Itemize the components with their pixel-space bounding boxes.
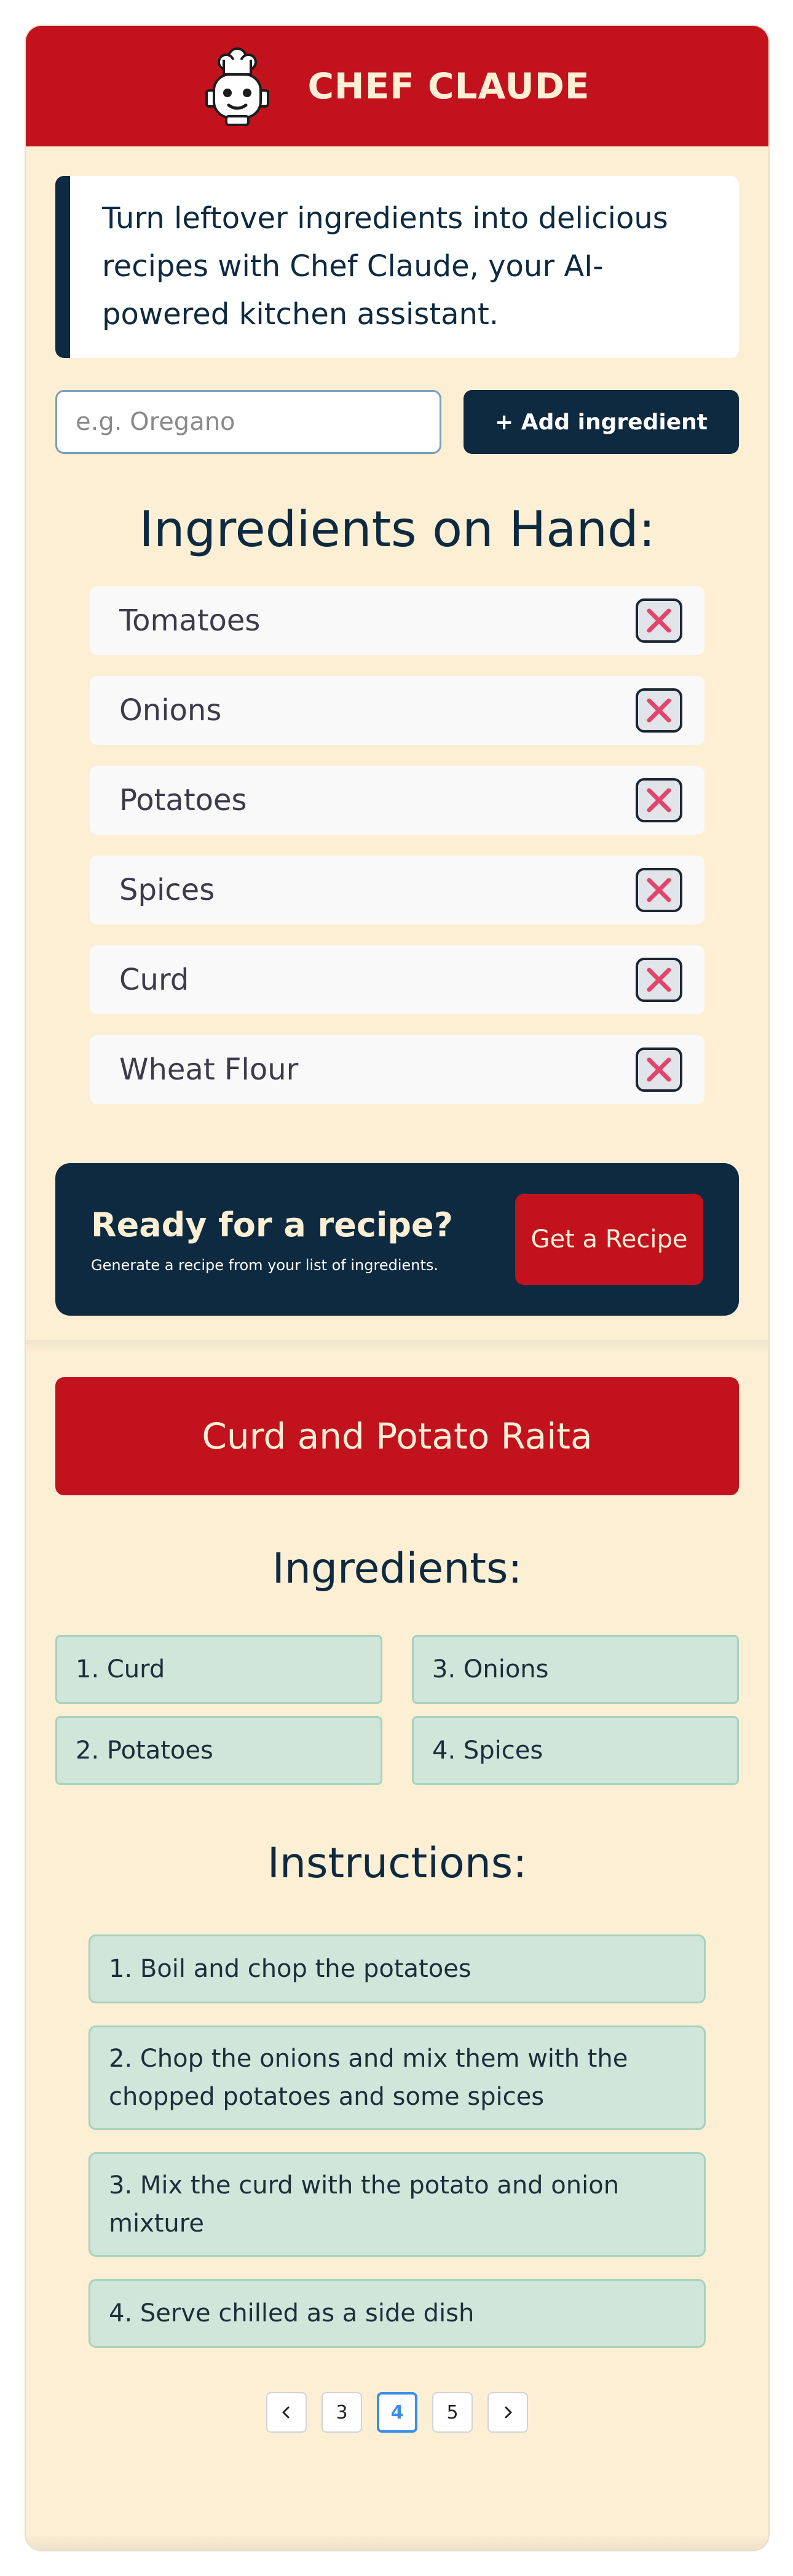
ingredients-on-hand-title: Ingredients on Hand: <box>139 501 655 558</box>
instruction-step: 4. Serve chilled as a side dish <box>89 2279 706 2348</box>
ingredient-input[interactable] <box>55 390 441 454</box>
app-header: CHEF CLAUDE <box>26 26 768 146</box>
cta-text: Ready for a recipe? Generate a recipe fr… <box>91 1206 453 1274</box>
get-recipe-panel: Ready for a recipe? Generate a recipe fr… <box>55 1163 739 1316</box>
remove-ingredient-button[interactable] <box>636 1047 682 1092</box>
list-item: Wheat Flour <box>90 1035 704 1104</box>
instructions-title: Instructions: <box>267 1839 527 1888</box>
card-bottom-edge <box>26 2534 768 2550</box>
recipe-ingredient: 3. Onions <box>412 1635 739 1704</box>
add-ingredient-button[interactable]: + Add ingredient <box>464 390 739 454</box>
page-button[interactable]: 3 <box>322 2392 362 2433</box>
list-item: Spices <box>90 856 704 924</box>
ingredient-name: Tomatoes <box>119 603 261 638</box>
ingredient-name: Spices <box>119 873 215 907</box>
remove-ingredient-button[interactable] <box>636 868 682 912</box>
instructions-list: 1. Boil and chop the potatoes 2. Chop th… <box>89 1934 706 2348</box>
close-x-icon <box>647 968 671 992</box>
close-x-icon <box>647 788 671 813</box>
cta-title: Ready for a recipe? <box>91 1205 453 1244</box>
recipe-ingredient: 4. Spices <box>412 1716 739 1785</box>
instruction-step: 1. Boil and chop the potatoes <box>89 1934 706 2003</box>
close-x-icon <box>647 608 671 633</box>
instruction-step: 2. Chop the onions and mix them with the… <box>89 2025 706 2130</box>
ingredient-name: Wheat Flour <box>119 1052 299 1087</box>
recipe-ingredient: 2. Potatoes <box>55 1716 382 1785</box>
close-x-icon <box>647 1057 671 1082</box>
pagination: 3 4 5 <box>26 2392 768 2433</box>
chevron-right-icon <box>505 2406 512 2419</box>
chevron-left-icon <box>282 2406 290 2419</box>
ingredients-list: Tomatoes Onions Potatoes Spices Curd Whe… <box>90 586 704 1104</box>
instruction-step: 3. Mix the curd with the potato and onio… <box>89 2152 706 2257</box>
list-item: Tomatoes <box>90 586 704 655</box>
remove-ingredient-button[interactable] <box>636 958 682 1002</box>
ingredient-name: Curd <box>119 963 189 997</box>
list-item: Onions <box>90 676 704 745</box>
prev-page-button[interactable] <box>266 2392 307 2433</box>
recipe-ingredients-title: Ingredients: <box>272 1544 523 1593</box>
brand-title: CHEF CLAUDE <box>307 65 590 107</box>
chef-robot-icon <box>204 46 270 126</box>
ingredient-name: Potatoes <box>119 783 247 817</box>
recipe-title: Curd and Potato Raita <box>55 1377 739 1495</box>
close-x-icon <box>647 878 671 902</box>
intro-text: Turn leftover ingredients into delicious… <box>55 176 739 358</box>
list-item: Potatoes <box>90 766 704 835</box>
remove-ingredient-button[interactable] <box>636 598 682 643</box>
list-item: Curd <box>90 945 704 1014</box>
add-ingredient-form: + Add ingredient <box>55 390 739 454</box>
ingredient-name: Onions <box>119 693 222 728</box>
cta-subtitle: Generate a recipe from your list of ingr… <box>91 1256 439 1274</box>
close-x-icon <box>647 698 671 723</box>
get-recipe-button[interactable]: Get a Recipe <box>515 1194 703 1285</box>
recipe-ingredients-grid: 1. Curd 3. Onions 2. Potatoes 4. Spices <box>55 1635 739 1785</box>
next-page-button[interactable] <box>487 2392 528 2433</box>
section-divider <box>26 1340 768 1353</box>
app-card: CHEF CLAUDE Turn leftover ingredients in… <box>25 25 770 2551</box>
page-button-current[interactable]: 4 <box>377 2392 417 2433</box>
remove-ingredient-button[interactable] <box>636 778 682 822</box>
page-button[interactable]: 5 <box>432 2392 473 2433</box>
recipe-ingredient: 1. Curd <box>55 1635 382 1704</box>
remove-ingredient-button[interactable] <box>636 688 682 733</box>
